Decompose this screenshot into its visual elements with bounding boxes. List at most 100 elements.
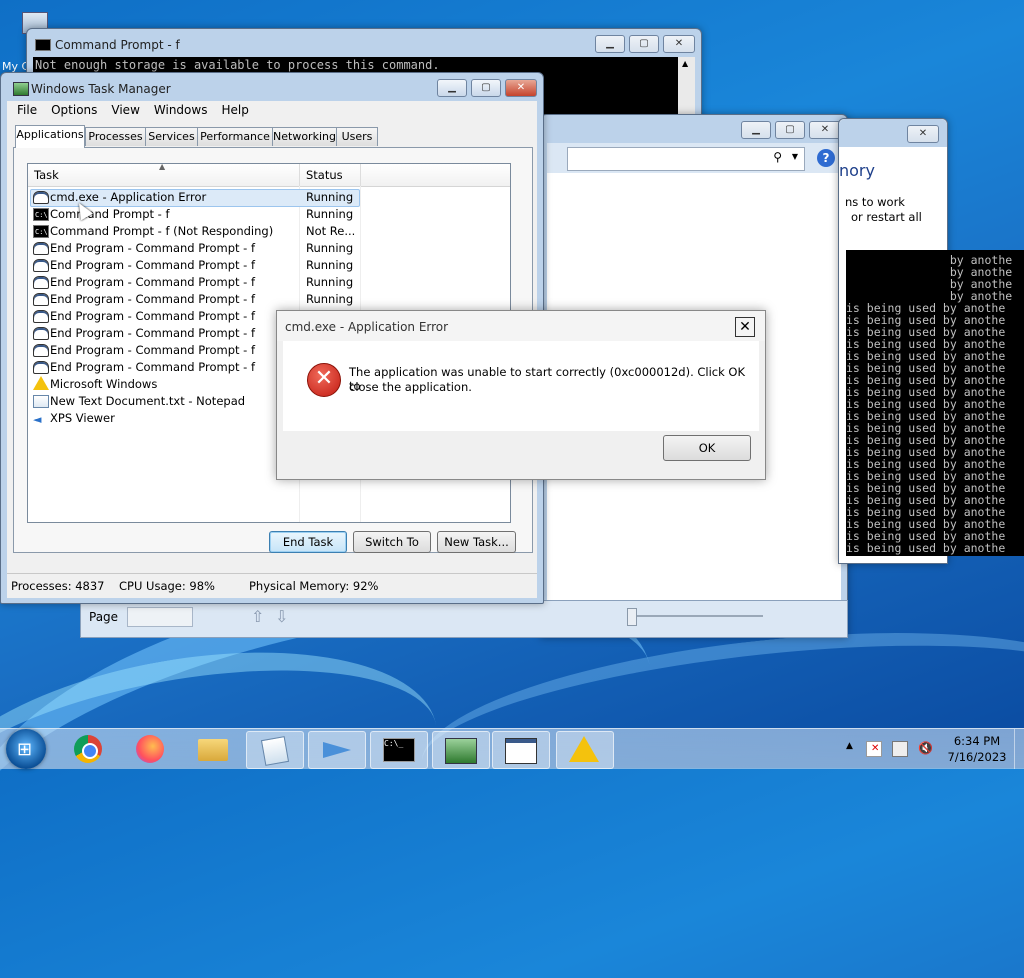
- column-header-status[interactable]: Status: [306, 168, 343, 182]
- toolbar: ⚲ ▼ ?: [547, 143, 841, 173]
- action-center-icon[interactable]: ✕: [866, 741, 882, 757]
- firefox-icon: [136, 735, 164, 763]
- close-button[interactable]: ✕: [735, 317, 755, 337]
- arrow-down-icon[interactable]: ⇩: [275, 607, 288, 626]
- dialog-heading: nory: [839, 161, 875, 180]
- table-row[interactable]: End Program - Command Prompt - f Running: [30, 240, 508, 256]
- close-button[interactable]: ✕: [663, 35, 695, 53]
- close-button[interactable]: ✕: [809, 121, 841, 139]
- start-button[interactable]: ⊞: [6, 729, 46, 769]
- task-name: Command Prompt - f (Not Responding): [50, 224, 274, 238]
- show-desktop-button[interactable]: [1014, 729, 1024, 769]
- volume-icon[interactable]: 🔇: [918, 741, 933, 755]
- notepad-icon: [33, 395, 49, 408]
- minimize-button[interactable]: ▁: [437, 79, 467, 97]
- taskbar-chrome[interactable]: [62, 731, 118, 767]
- maximize-button[interactable]: ▢: [775, 121, 805, 139]
- task-name: End Program - Command Prompt - f: [50, 258, 256, 272]
- tab-users[interactable]: Users: [336, 127, 378, 146]
- menu-windows[interactable]: Windows: [154, 103, 208, 117]
- sort-arrow-icon: ▲: [159, 162, 166, 171]
- show-hidden-icons-icon[interactable]: ▲: [846, 741, 853, 751]
- tab-performance[interactable]: Performance: [197, 127, 273, 146]
- cmd-icon: [33, 207, 49, 223]
- slider-thumb[interactable]: [627, 608, 637, 626]
- menu-file[interactable]: File: [17, 103, 37, 117]
- close-button[interactable]: ✕: [505, 79, 537, 97]
- minimize-button[interactable]: ▁: [741, 121, 771, 139]
- tab-processes[interactable]: Processes: [85, 127, 146, 146]
- taskbar-window[interactable]: [492, 731, 550, 769]
- clock[interactable]: 6:34 PM 7/16/2023: [942, 733, 1012, 765]
- table-row[interactable]: End Program - Command Prompt - f Running: [30, 257, 508, 273]
- chevron-down-icon[interactable]: ▼: [792, 152, 798, 161]
- task-name: Command Prompt - f: [50, 207, 170, 221]
- window-icon: [505, 738, 537, 764]
- search-input[interactable]: ⚲ ▼: [567, 147, 805, 171]
- table-row[interactable]: End Program - Command Prompt - f Running: [30, 291, 508, 307]
- task-status: Running: [306, 292, 354, 306]
- dialog-text: ns to work: [845, 195, 905, 209]
- cpu-usage: CPU Usage: 98%: [119, 579, 215, 593]
- console-output[interactable]: by anothe by anothe by anothe by anothe i…: [846, 250, 1024, 556]
- console-line: is being used by anothe: [846, 541, 1006, 555]
- close-button[interactable]: ✕: [907, 125, 939, 143]
- task-name: End Program - Command Prompt - f: [50, 292, 256, 306]
- menu-bar: File Options View Windows Help: [17, 103, 263, 117]
- xps-icon: [323, 742, 351, 758]
- menu-help[interactable]: Help: [221, 103, 248, 117]
- taskbar-notepad[interactable]: [246, 731, 304, 769]
- application-error-dialog[interactable]: cmd.exe - Application Error ✕ ✕ The appl…: [276, 310, 766, 480]
- taskbar-explorer[interactable]: [186, 731, 242, 767]
- taskbar-command-prompt[interactable]: C:\_: [370, 731, 428, 769]
- tab-networking[interactable]: Networking: [272, 127, 337, 146]
- maximize-button[interactable]: ▢: [629, 35, 659, 53]
- taskbar-task-manager[interactable]: [432, 731, 490, 769]
- menu-view[interactable]: View: [111, 103, 139, 117]
- taskbar-warning[interactable]: [556, 731, 614, 769]
- menu-options[interactable]: Options: [51, 103, 97, 117]
- new-task-button[interactable]: New Task...: [437, 531, 516, 553]
- cmd-title-icon: [35, 39, 51, 51]
- end-task-button[interactable]: End Task: [269, 531, 347, 553]
- taskbar-xps-viewer[interactable]: [308, 731, 366, 769]
- switch-to-button[interactable]: Switch To: [353, 531, 431, 553]
- page-number-input[interactable]: [127, 607, 193, 627]
- page-navigation-bar: Page ⇧ ⇩: [80, 600, 848, 638]
- tab-applications[interactable]: Applications: [15, 125, 85, 148]
- minimize-button[interactable]: ▁: [595, 35, 625, 53]
- dialog-body: ✕ The application was unable to start co…: [283, 341, 759, 431]
- window-title: Windows Task Manager: [31, 82, 171, 96]
- physical-memory: Physical Memory: 92%: [249, 579, 379, 593]
- arrow-up-icon[interactable]: ⇧: [251, 607, 264, 626]
- table-row[interactable]: Command Prompt - f Running: [30, 206, 508, 223]
- ok-button[interactable]: OK: [663, 435, 751, 461]
- error-message-line2: close the application.: [349, 380, 472, 394]
- help-icon[interactable]: ?: [817, 149, 835, 167]
- search-icon[interactable]: ⚲: [773, 150, 782, 164]
- window-icon: [33, 293, 49, 306]
- table-row[interactable]: cmd.exe - Application Error Running: [30, 189, 508, 205]
- column-divider[interactable]: [299, 164, 300, 186]
- window-icon: [33, 327, 49, 340]
- column-divider[interactable]: [360, 164, 361, 186]
- table-row[interactable]: End Program - Command Prompt - f Running: [30, 274, 508, 290]
- status-bar: Processes: 4837 CPU Usage: 98% Physical …: [7, 573, 537, 598]
- warning-icon: [33, 376, 49, 390]
- folder-icon: [198, 739, 228, 761]
- tab-services[interactable]: Services: [145, 127, 198, 146]
- error-icon: ✕: [307, 363, 341, 397]
- notepad-icon: [260, 736, 290, 766]
- windows-logo-icon: ⊞: [17, 739, 33, 760]
- taskbar-firefox[interactable]: [124, 731, 180, 767]
- zoom-slider[interactable]: [627, 608, 763, 626]
- column-header-task[interactable]: Task: [34, 168, 59, 182]
- network-icon[interactable]: [892, 741, 908, 757]
- task-manager-icon: [445, 738, 477, 764]
- window-icon: [33, 276, 49, 289]
- task-status: Running: [306, 258, 354, 272]
- console-text: by anothe by anothe by anothe by anothe i…: [846, 254, 1012, 554]
- table-row[interactable]: Command Prompt - f (Not Responding) Not R…: [30, 223, 508, 240]
- scroll-up-icon[interactable]: ▲: [682, 59, 688, 68]
- maximize-button[interactable]: ▢: [471, 79, 501, 97]
